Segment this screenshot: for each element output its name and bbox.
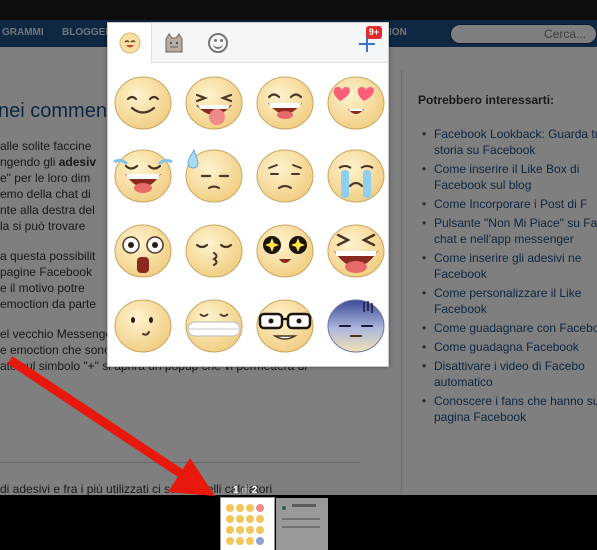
sweat-face-icon	[185, 148, 243, 203]
grin-face-icon	[256, 76, 314, 130]
sticker-big-teeth[interactable]	[184, 298, 244, 354]
glasses-face-icon	[256, 299, 314, 353]
sticker-worried[interactable]	[255, 148, 315, 204]
tab-pusheen-stickers[interactable]	[152, 23, 196, 63]
worried-face-icon	[256, 149, 314, 203]
kiss-face-icon	[185, 224, 243, 278]
sticker-squint-laugh[interactable]	[326, 223, 386, 279]
sticker-gloomy[interactable]	[326, 298, 386, 354]
thumbnail-2[interactable]	[276, 498, 328, 550]
squint-laugh-face-icon	[327, 224, 385, 278]
page-separator: di	[241, 485, 250, 496]
star-eyes-face-icon	[256, 224, 314, 278]
current-page-number: 1	[233, 485, 239, 496]
sticker-laughing-tears[interactable]	[113, 148, 173, 204]
sticker-smirk[interactable]	[113, 298, 173, 354]
sticker-tongue-out[interactable]	[184, 75, 244, 131]
tab-smiley-stickers[interactable]	[108, 23, 152, 63]
laughing-tears-face-icon	[113, 149, 173, 203]
gloomy-face-icon	[327, 299, 385, 353]
shocked-face-icon	[114, 224, 172, 278]
sticker-heart-eyes[interactable]	[326, 75, 386, 131]
heart-eyes-face-icon	[327, 76, 385, 130]
smile-face-icon	[114, 76, 172, 130]
sticker-sweat[interactable]	[184, 148, 244, 204]
sticker-kiss[interactable]	[184, 223, 244, 279]
smirk-face-icon	[114, 299, 172, 353]
sticker-grin[interactable]	[255, 75, 315, 131]
emoji-sticker-picker: 9+	[107, 22, 389, 367]
crying-face-icon	[327, 149, 385, 203]
sticker-glasses[interactable]	[255, 298, 315, 354]
sticker-smile[interactable]	[113, 75, 173, 131]
thumbnail-1-active[interactable]	[221, 498, 274, 550]
pusheen-cat-icon	[165, 33, 183, 53]
sticker-shocked[interactable]	[113, 223, 173, 279]
sticker-crying[interactable]	[326, 148, 386, 204]
tab-emoji[interactable]	[196, 23, 240, 63]
page-counter: 1 di 2	[233, 485, 257, 496]
tongue-out-face-icon	[185, 76, 243, 130]
smiley-sticker-icon	[119, 32, 140, 54]
sticker-star-eyes[interactable]	[255, 223, 315, 279]
smiley-outline-icon	[208, 33, 228, 53]
big-teeth-face-icon	[185, 299, 243, 353]
total-pages: 2	[251, 485, 258, 496]
notification-badge: 9+	[366, 26, 382, 39]
picker-tab-bar: 9+	[108, 23, 388, 63]
